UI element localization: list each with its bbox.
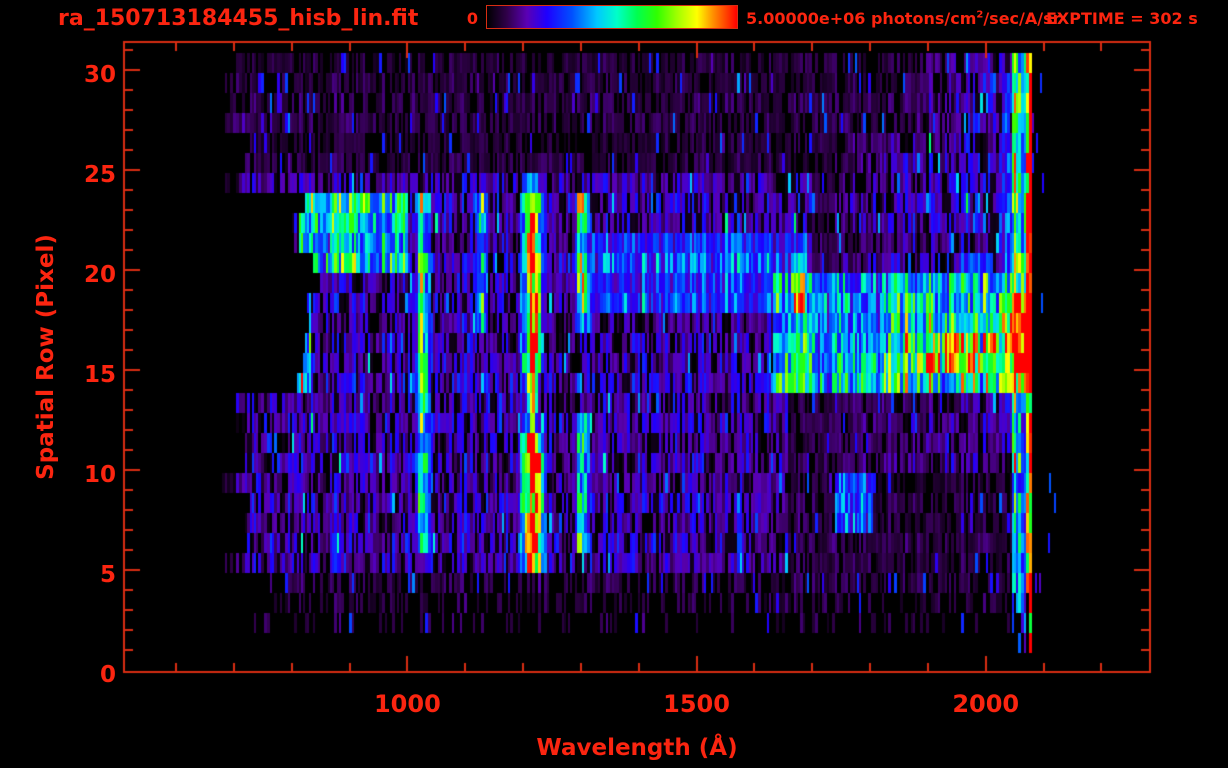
y-tick-label: 15	[83, 362, 116, 388]
x-tick-label: 1000	[373, 690, 441, 718]
y-tick-label: 25	[83, 162, 116, 188]
colorbar	[486, 5, 738, 29]
y-tick-label: 20	[83, 262, 116, 288]
plot-title: ra_150713184455_hisb_lin.fit	[58, 6, 419, 31]
colorbar-min-label: 0	[466, 9, 478, 28]
spectrogram-canvas	[0, 0, 1228, 768]
y-tick-label: 30	[83, 62, 116, 88]
x-axis-title: Wavelength (Å)	[536, 735, 738, 761]
x-tick-label: 2000	[952, 690, 1020, 718]
x-tick-label: 1500	[663, 690, 730, 718]
y-tick-label: 10	[83, 462, 116, 488]
plot-window: ra_150713184455_hisb_lin.fit 0 5.00000e+…	[0, 0, 1228, 768]
exptime-label: EXPTIME = 302 s	[1046, 9, 1198, 28]
colorbar-max-label: 5.00000e+06 photons/cm2/sec/A/sr	[746, 9, 1061, 28]
colorbar-gradient	[487, 6, 737, 28]
y-tick-label: 0	[99, 662, 116, 688]
y-tick-label: 5	[99, 562, 116, 588]
